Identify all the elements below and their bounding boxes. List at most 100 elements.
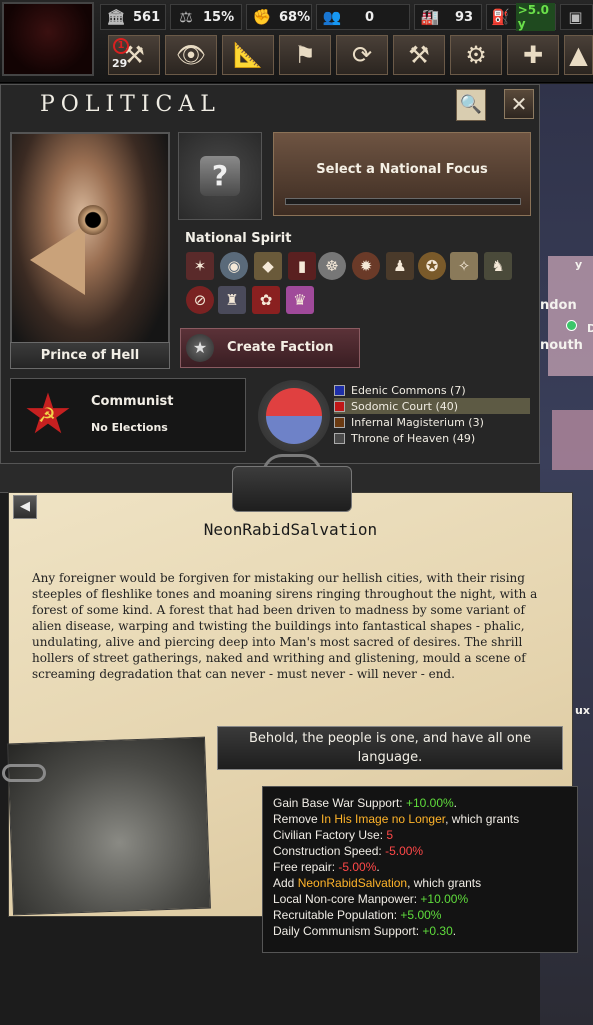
tooltip-line: Recruitable Population: +5.00% bbox=[273, 908, 442, 922]
select-focus-label: Select a National Focus bbox=[316, 162, 488, 177]
trade-cycle-icon: ⟳ bbox=[351, 41, 373, 69]
event-option-line: Behold, the people is one, and have all … bbox=[248, 731, 531, 746]
construction-button[interactable]: ⚒ bbox=[393, 35, 445, 75]
ideology-name: Communist bbox=[91, 394, 174, 409]
fuel-icon: ⛽ bbox=[491, 8, 510, 26]
signpost-icon: ✚ bbox=[522, 41, 544, 69]
trade-button[interactable]: ⟳ bbox=[336, 35, 388, 75]
spirit-gear-icon[interactable]: ✹ bbox=[352, 252, 380, 280]
factory-icon: 🏭 bbox=[420, 8, 440, 26]
stability-counter[interactable]: ⚖ 15% bbox=[170, 4, 242, 30]
question-mark-icon: ? bbox=[200, 156, 240, 196]
alert-badge: 1 bbox=[113, 38, 129, 54]
manpower-counter[interactable]: 👥 0 bbox=[316, 4, 410, 30]
flag-icon: ⚑ bbox=[294, 41, 316, 69]
map-label-ux: ux bbox=[575, 704, 590, 717]
map-region-2[interactable] bbox=[552, 410, 593, 470]
event-option-button[interactable]: Behold, the people is one, and have all … bbox=[217, 726, 563, 770]
decisions-count: 29 bbox=[112, 57, 128, 70]
spirit-wolf-icon[interactable]: ☸ bbox=[318, 252, 346, 280]
supply-counter[interactable]: ▣ bbox=[560, 4, 593, 30]
tooltip-line: Gain Base War Support: +10.00%. bbox=[273, 796, 458, 810]
clipboard-clip bbox=[232, 466, 352, 512]
party-color-swatch bbox=[334, 416, 345, 428]
event-option-line: language. bbox=[357, 750, 423, 765]
triangle-left-icon: ◀ bbox=[20, 499, 30, 514]
gear-icon: ⚙ bbox=[465, 41, 487, 69]
research-button[interactable]: 📐 bbox=[222, 35, 274, 75]
spirit-prohibited-icon[interactable]: ⊘ bbox=[186, 286, 214, 314]
scales-icon: ⚖ bbox=[179, 8, 193, 26]
party-color-swatch bbox=[334, 400, 345, 412]
leader-name: Prince of Hell bbox=[10, 342, 170, 369]
national-focus-icon[interactable]: ? bbox=[178, 132, 262, 220]
army-button[interactable]: ▲ bbox=[564, 35, 593, 75]
paperclip-icon bbox=[2, 764, 46, 782]
spirit-creature-icon[interactable]: ♛ bbox=[286, 286, 314, 314]
tooltip-line: Construction Speed: -5.00% bbox=[273, 844, 424, 858]
map-label-d: D bbox=[587, 322, 593, 335]
spirit-soldiers-icon[interactable]: ♞ bbox=[484, 252, 512, 280]
intelligence-button[interactable]: 👁 bbox=[165, 35, 217, 75]
tooltip-line: Daily Communism Support: +0.30. bbox=[273, 924, 457, 938]
elections-status: No Elections bbox=[91, 421, 168, 434]
pie-chart bbox=[266, 388, 322, 444]
spirit-diamond-icon[interactable]: ◆ bbox=[254, 252, 282, 280]
party-row[interactable]: Infernal Magisterium (3) bbox=[334, 414, 484, 430]
hammer-sickle-icon: ☭ bbox=[38, 403, 56, 427]
map-region[interactable] bbox=[548, 256, 593, 376]
production-button[interactable]: ⚙ bbox=[450, 35, 502, 75]
party-color-swatch bbox=[334, 384, 345, 396]
map-label-plymouth: nouth bbox=[540, 338, 583, 353]
tooltip-line: Add NeonRabidSalvation, which grants bbox=[273, 876, 482, 890]
effects-tooltip: Gain Base War Support: +10.00%. Remove I… bbox=[262, 786, 578, 953]
party-row[interactable]: Edenic Commons (7) bbox=[334, 382, 466, 398]
fuel-counter[interactable]: ⛽ >5.0 y bbox=[486, 3, 556, 31]
star-icon: ★ bbox=[186, 334, 214, 362]
search-document-icon[interactable]: 🔍 bbox=[456, 89, 486, 121]
event-description: Any foreigner would be forgiven for mist… bbox=[32, 571, 538, 681]
diplomacy-button[interactable]: ⚑ bbox=[279, 35, 331, 75]
create-faction-label: Create Faction bbox=[227, 340, 334, 355]
fist-icon: ✊ bbox=[252, 8, 272, 26]
city-marker[interactable] bbox=[566, 320, 577, 331]
war-support-counter[interactable]: ✊ 68% bbox=[246, 4, 312, 30]
spirit-crowd-icon[interactable]: ♜ bbox=[218, 286, 246, 314]
spirit-figures-icon[interactable]: ♟ bbox=[386, 252, 414, 280]
spirit-flower-icon[interactable]: ✿ bbox=[252, 286, 280, 314]
tooltip-line: Local Non-core Manpower: +10.00% bbox=[273, 892, 469, 906]
compass-icon: 📐 bbox=[233, 41, 263, 69]
party-row[interactable]: Sodomic Court (40) bbox=[334, 398, 530, 414]
tooltip-line: Civilian Factory Use: 5 bbox=[273, 828, 394, 842]
close-icon: ✕ bbox=[510, 92, 528, 116]
eye-icon: 👁 bbox=[175, 41, 207, 69]
panel-title: POLITICAL bbox=[40, 92, 221, 117]
party-row[interactable]: Throne of Heaven (49) bbox=[334, 430, 475, 446]
focus-progress-bar bbox=[285, 198, 521, 205]
back-button[interactable]: ◀ bbox=[13, 495, 37, 519]
hammer-icon: ⚒ bbox=[408, 41, 430, 69]
bank-icon: 🏛 bbox=[106, 8, 126, 26]
map-label-london: ndon bbox=[540, 298, 577, 313]
national-spirit-label: National Spirit bbox=[185, 231, 292, 246]
tooltip-line: Free repair: -5.00%. bbox=[273, 860, 380, 874]
party-color-swatch bbox=[334, 432, 345, 444]
country-flag[interactable] bbox=[2, 2, 94, 76]
spirit-orb-icon[interactable]: ◉ bbox=[220, 252, 248, 280]
party-popularity-pie[interactable] bbox=[258, 380, 330, 452]
soldiers-icon: 👥 bbox=[322, 8, 342, 26]
close-button[interactable]: ✕ bbox=[504, 89, 534, 119]
portrait-eye bbox=[78, 205, 108, 235]
crate-icon: ▣ bbox=[568, 8, 583, 26]
spirit-claws-icon[interactable]: ✶ bbox=[186, 252, 214, 280]
spirit-wings-icon[interactable]: ✧ bbox=[450, 252, 478, 280]
tent-icon: ▲ bbox=[569, 41, 588, 69]
event-title: NeonRabidSalvation bbox=[203, 520, 378, 539]
tooltip-line: Remove In His Image no Longer, which gra… bbox=[273, 812, 520, 826]
logistics-button[interactable]: ✚ bbox=[507, 35, 559, 75]
map-label-y: y bbox=[575, 258, 583, 271]
spirit-seal-icon[interactable]: ✪ bbox=[418, 252, 446, 280]
political-power-counter[interactable]: 🏛 561 bbox=[100, 4, 166, 30]
spirit-bars-icon[interactable]: ▮ bbox=[288, 252, 316, 280]
factories-counter[interactable]: 🏭 93 bbox=[414, 4, 482, 30]
